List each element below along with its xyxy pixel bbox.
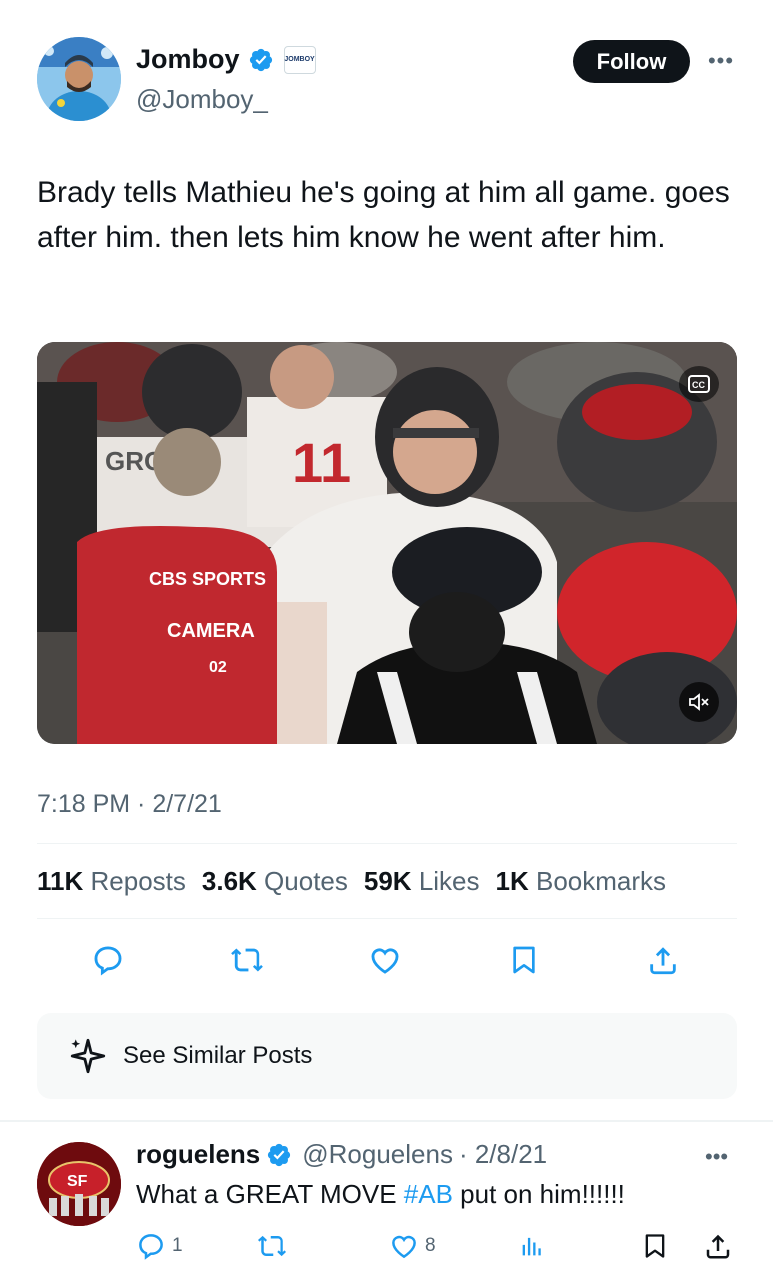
- camera-number-text: 02: [209, 659, 227, 676]
- bookmarks-stat[interactable]: 1K Bookmarks: [496, 866, 667, 897]
- author-handle[interactable]: @Jomboy_: [136, 84, 268, 115]
- analytics-icon: [518, 1232, 546, 1260]
- repost-icon: [256, 1231, 288, 1261]
- engagement-stats: 11K Reposts 3.6K Quotes 59K Likes 1K Boo…: [37, 866, 666, 897]
- like-icon[interactable]: [363, 938, 407, 982]
- svg-text:SF: SF: [67, 1173, 88, 1190]
- captions-icon[interactable]: CC: [679, 366, 719, 402]
- reply-author-name[interactable]: roguelens: [136, 1139, 260, 1170]
- reply-author-avatar[interactable]: SF: [37, 1142, 121, 1226]
- see-similar-posts-label: See Similar Posts: [123, 1042, 313, 1069]
- reply-icon: [136, 1231, 166, 1261]
- reposts-stat[interactable]: 11K Reposts: [37, 866, 186, 897]
- likes-stat[interactable]: 59K Likes: [364, 866, 480, 897]
- reply-reply-button[interactable]: 1: [136, 1226, 183, 1266]
- reply-header: roguelens @Roguelens · 2/8/21: [136, 1139, 547, 1170]
- tweet-text: Brady tells Mathieu he's going at him al…: [37, 176, 730, 254]
- video-player[interactable]: GRO KI 11 CBS SPORTS CAMERA 02 CC: [37, 342, 737, 744]
- author-display-name[interactable]: Jomboy: [136, 44, 240, 75]
- sparkle-icon: [67, 1035, 109, 1077]
- bookmark-icon[interactable]: [502, 938, 546, 982]
- reply-share-button[interactable]: [703, 1226, 733, 1266]
- section-separator: [0, 1120, 773, 1122]
- verified-badge-icon: [248, 47, 274, 73]
- share-icon: [703, 1231, 733, 1261]
- tweet-timestamp[interactable]: 7:18 PM · 2/7/21: [37, 790, 222, 819]
- repost-icon[interactable]: [225, 938, 269, 982]
- more-options-icon[interactable]: •••: [705, 46, 737, 76]
- author-name-row: Jomboy JOMBOY: [136, 44, 316, 75]
- share-icon[interactable]: [641, 938, 685, 982]
- reply-bookmark-button[interactable]: [641, 1226, 669, 1266]
- jersey-number: 11: [292, 431, 351, 494]
- tweet-actions: [37, 938, 737, 982]
- divider: [37, 918, 737, 919]
- reply-icon[interactable]: [86, 938, 130, 982]
- hashtag-link[interactable]: #AB: [404, 1179, 453, 1209]
- divider: [37, 843, 737, 844]
- verified-badge-icon: [266, 1142, 292, 1168]
- follow-button[interactable]: Follow: [573, 40, 690, 83]
- reply-text: What a GREAT MOVE #AB put on him!!!!!!: [136, 1179, 625, 1209]
- camera-text: CAMERA: [167, 620, 255, 642]
- reply-repost-button[interactable]: [256, 1226, 288, 1266]
- quotes-stat[interactable]: 3.6K Quotes: [202, 866, 348, 897]
- reply-actions: 1 8: [136, 1226, 741, 1266]
- mute-icon[interactable]: [679, 682, 719, 722]
- reply-date[interactable]: · 2/8/21: [459, 1139, 547, 1170]
- reply-like-button[interactable]: 8: [389, 1226, 436, 1266]
- cbs-sports-text: CBS SPORTS: [149, 569, 266, 589]
- reply-count: 1: [172, 1235, 183, 1256]
- captions-label: CC: [692, 380, 705, 390]
- see-similar-posts-button[interactable]: See Similar Posts: [37, 1013, 737, 1099]
- reply-author-handle[interactable]: @Roguelens: [302, 1139, 453, 1170]
- like-icon: [389, 1231, 419, 1261]
- affiliate-badge[interactable]: JOMBOY: [283, 45, 316, 74]
- bookmark-icon: [641, 1231, 669, 1261]
- author-avatar[interactable]: [37, 37, 121, 121]
- reply-more-options-icon[interactable]: •••: [705, 1144, 728, 1170]
- reply-views-button[interactable]: [518, 1226, 546, 1266]
- like-count: 8: [425, 1235, 436, 1256]
- video-frame: GRO KI 11 CBS SPORTS CAMERA 02: [37, 342, 737, 744]
